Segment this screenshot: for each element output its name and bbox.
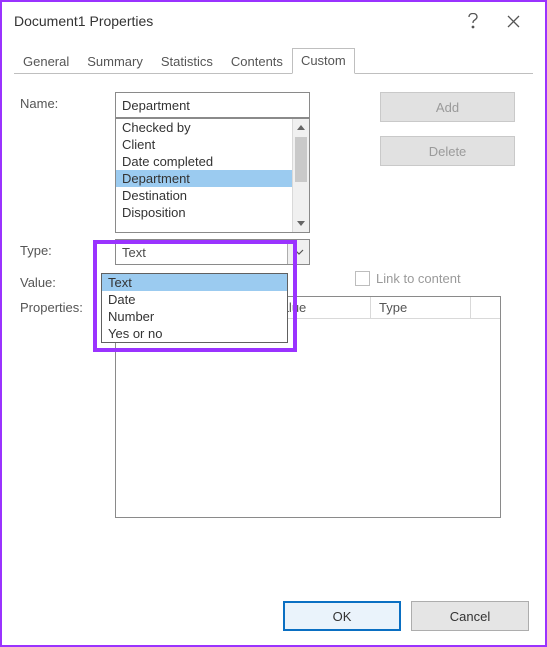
type-select[interactable]: Text xyxy=(115,239,310,265)
scroll-thumb[interactable] xyxy=(295,137,307,182)
custom-tab-panel: Add Delete Name: Checked by Client Date … xyxy=(2,74,545,518)
list-item[interactable]: Client xyxy=(116,136,292,153)
list-item[interactable]: Department xyxy=(116,170,292,187)
name-suggestion-list[interactable]: Checked by Client Date completed Departm… xyxy=(115,118,310,233)
list-item[interactable]: Disposition xyxy=(116,204,292,221)
tab-custom[interactable]: Custom xyxy=(292,48,355,74)
link-to-content-checkbox[interactable] xyxy=(355,271,370,286)
tab-statistics[interactable]: Statistics xyxy=(152,49,222,74)
type-label: Type: xyxy=(20,239,115,258)
ok-button[interactable]: OK xyxy=(283,601,401,631)
tab-bar: General Summary Statistics Contents Cust… xyxy=(14,48,533,74)
dropdown-item[interactable]: Number xyxy=(102,308,287,325)
type-select-value: Text xyxy=(116,245,287,260)
close-icon xyxy=(507,15,520,28)
list-item[interactable]: Date completed xyxy=(116,153,292,170)
tab-summary[interactable]: Summary xyxy=(78,49,152,74)
dialog-buttons: OK Cancel xyxy=(283,601,529,631)
close-button[interactable] xyxy=(493,6,533,36)
name-label: Name: xyxy=(20,92,115,111)
col-extra[interactable] xyxy=(471,297,500,319)
tab-contents[interactable]: Contents xyxy=(222,49,292,74)
list-item[interactable]: Destination xyxy=(116,187,292,204)
type-row: Type: Text xyxy=(20,239,527,265)
link-to-content-row: Link to content xyxy=(355,271,461,286)
name-col: Checked by Client Date completed Departm… xyxy=(115,92,310,233)
chevron-down-icon xyxy=(294,249,304,255)
name-input[interactable] xyxy=(115,92,310,118)
tab-general[interactable]: General xyxy=(14,49,78,74)
cancel-button[interactable]: Cancel xyxy=(411,601,529,631)
properties-dialog: Document1 Properties General Summary Sta… xyxy=(0,0,547,647)
add-button[interactable]: Add xyxy=(380,92,515,122)
dropdown-item[interactable]: Yes or no xyxy=(102,325,287,342)
list-item[interactable]: Checked by xyxy=(116,119,292,136)
link-to-content-label: Link to content xyxy=(376,271,461,286)
dropdown-arrow[interactable] xyxy=(287,240,309,264)
dropdown-item[interactable]: Date xyxy=(102,291,287,308)
scroll-up-icon[interactable] xyxy=(293,119,309,136)
help-icon xyxy=(467,13,479,29)
delete-button[interactable]: Delete xyxy=(380,136,515,166)
titlebar: Document1 Properties xyxy=(2,2,545,40)
col-type[interactable]: Type xyxy=(371,297,471,319)
help-button[interactable] xyxy=(453,6,493,36)
dropdown-item[interactable]: Text xyxy=(102,274,287,291)
scrollbar[interactable] xyxy=(292,119,309,232)
action-buttons: Add Delete xyxy=(380,92,515,180)
window-title: Document1 Properties xyxy=(14,13,453,29)
scroll-down-icon[interactable] xyxy=(293,215,309,232)
type-dropdown-list[interactable]: Text Date Number Yes or no xyxy=(101,273,288,343)
